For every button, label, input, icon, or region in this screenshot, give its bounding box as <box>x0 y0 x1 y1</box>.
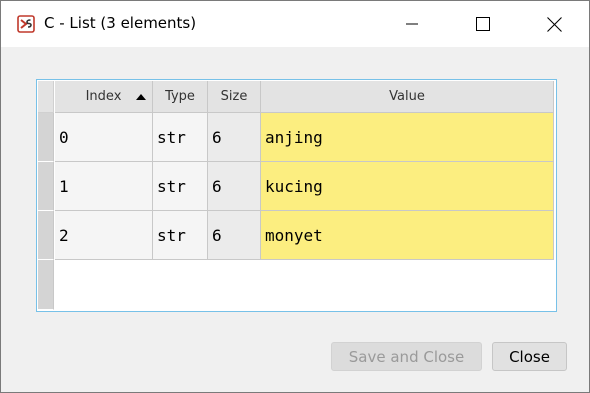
minimize-icon <box>406 23 418 25</box>
window-title: C - List (3 elements) <box>44 14 197 32</box>
close-button[interactable]: Close <box>492 342 567 371</box>
cell-index[interactable]: 2 <box>55 211 153 260</box>
close-icon <box>546 16 562 32</box>
cell-index[interactable]: 0 <box>55 113 153 162</box>
list-table-frame: Index Type Size Value 0 str 6 anjing 1 s… <box>36 79 557 312</box>
list-table[interactable]: Index Type Size Value 0 str 6 anjing 1 s… <box>38 81 555 310</box>
title-bar[interactable]: C - List (3 elements) <box>1 1 589 47</box>
cell-size[interactable]: 6 <box>208 113 261 162</box>
cell-index[interactable]: 1 <box>55 162 153 211</box>
column-header-value[interactable]: Value <box>261 81 554 113</box>
cell-value[interactable]: anjing <box>261 113 554 162</box>
cell-type[interactable]: str <box>153 162 208 211</box>
cell-value[interactable]: kucing <box>261 162 554 211</box>
row-header[interactable] <box>38 162 54 211</box>
maximize-icon <box>476 17 490 31</box>
sort-ascending-icon <box>136 94 146 100</box>
cell-size[interactable]: 6 <box>208 211 261 260</box>
cell-size[interactable]: 6 <box>208 162 261 211</box>
column-header-size-label: Size <box>220 89 248 104</box>
app-icon <box>17 15 35 33</box>
column-header-type-label: Type <box>165 89 195 104</box>
table-corner <box>38 81 54 113</box>
column-header-value-label: Value <box>389 89 425 104</box>
column-header-index-label: Index <box>85 89 122 104</box>
cell-value[interactable]: monyet <box>261 211 554 260</box>
cell-type[interactable]: str <box>153 211 208 260</box>
cell-type[interactable]: str <box>153 113 208 162</box>
column-header-index[interactable]: Index <box>55 81 153 113</box>
maximize-button[interactable] <box>460 1 506 47</box>
minimize-button[interactable] <box>389 1 435 47</box>
close-window-button[interactable] <box>531 1 577 47</box>
row-header[interactable] <box>38 211 54 260</box>
column-header-size[interactable]: Size <box>208 81 261 113</box>
row-header[interactable] <box>38 113 54 162</box>
dialog-window: C - List (3 elements) Index Type Size Va… <box>0 0 590 393</box>
row-header-filler <box>38 260 54 310</box>
column-header-type[interactable]: Type <box>153 81 208 113</box>
save-and-close-button[interactable]: Save and Close <box>331 342 482 371</box>
